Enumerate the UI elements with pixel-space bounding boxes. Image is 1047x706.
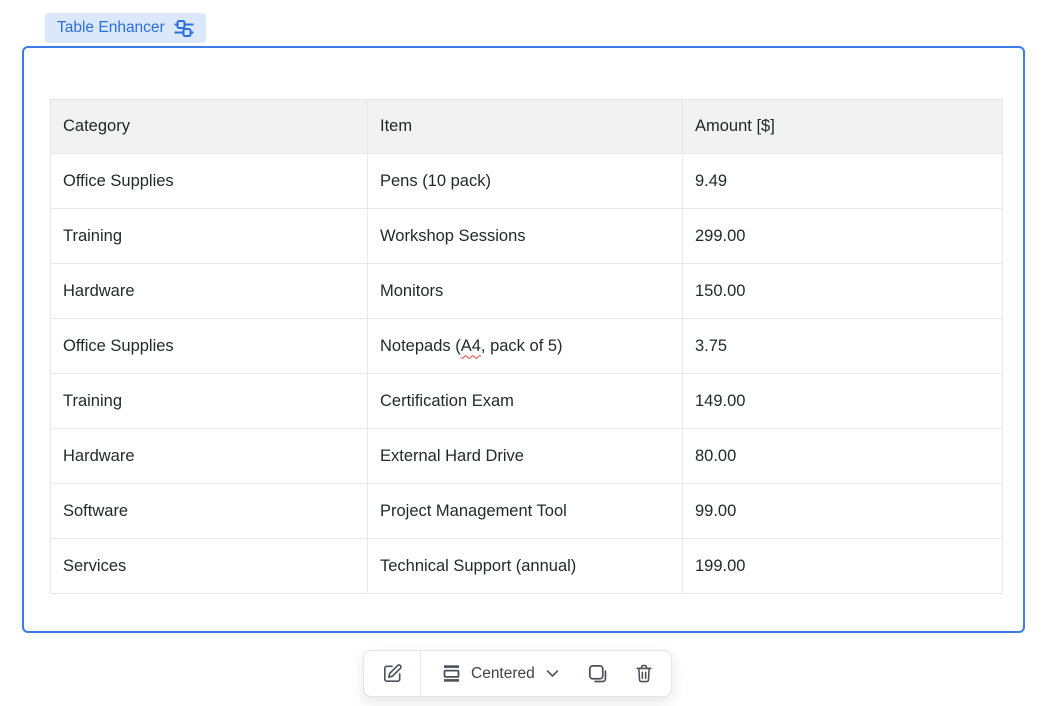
block-toolbar: Centered [363, 650, 672, 697]
table-row: Office Supplies Notepads (A4, pack of 5)… [51, 319, 1003, 374]
cell-category[interactable]: Services [51, 539, 368, 594]
cell-amount[interactable]: 149.00 [683, 374, 1003, 429]
badge-label: Table Enhancer [57, 19, 165, 37]
cell-item[interactable]: Monitors [368, 264, 683, 319]
cell-item[interactable]: Certification Exam [368, 374, 683, 429]
table-block-frame[interactable]: Category Item Amount [$] Office Supplies… [22, 46, 1025, 633]
cell-category[interactable]: Hardware [51, 429, 368, 484]
table-enhancer-badge[interactable]: Table Enhancer [45, 13, 206, 43]
cell-amount[interactable]: 9.49 [683, 154, 1003, 209]
table-row: Training Workshop Sessions 299.00 [51, 209, 1003, 264]
table-header-row: Category Item Amount [$] [51, 100, 1003, 154]
cell-amount[interactable]: 80.00 [683, 429, 1003, 484]
table-container: Category Item Amount [$] Office Supplies… [50, 99, 1003, 594]
cell-item[interactable]: Notepads (A4, pack of 5) [368, 319, 683, 374]
cell-item[interactable]: Workshop Sessions [368, 209, 683, 264]
cell-item[interactable]: Pens (10 pack) [368, 154, 683, 209]
table-row: Services Technical Support (annual) 199.… [51, 539, 1003, 594]
cell-category[interactable]: Software [51, 484, 368, 539]
table-row: Software Project Management Tool 99.00 [51, 484, 1003, 539]
edit-button[interactable] [364, 651, 420, 696]
duplicate-button[interactable] [575, 651, 621, 696]
cell-amount[interactable]: 99.00 [683, 484, 1003, 539]
chevron-down-icon [546, 669, 559, 678]
cell-amount[interactable]: 299.00 [683, 209, 1003, 264]
table-row: Hardware External Hard Drive 80.00 [51, 429, 1003, 484]
table-body: Office Supplies Pens (10 pack) 9.49 Trai… [51, 154, 1003, 594]
delete-button[interactable] [621, 651, 671, 696]
data-table: Category Item Amount [$] Office Supplies… [50, 99, 1003, 594]
column-header-item[interactable]: Item [368, 100, 683, 154]
edit-pencil-icon [381, 662, 404, 685]
cell-category[interactable]: Hardware [51, 264, 368, 319]
cell-category[interactable]: Office Supplies [51, 319, 368, 374]
cell-item[interactable]: Project Management Tool [368, 484, 683, 539]
cell-category[interactable]: Office Supplies [51, 154, 368, 209]
sliders-icon [174, 20, 194, 37]
cell-item[interactable]: External Hard Drive [368, 429, 683, 484]
misspelled-word: A4 [461, 337, 481, 355]
table-row: Hardware Monitors 150.00 [51, 264, 1003, 319]
centered-block-icon [441, 663, 462, 684]
page: { "colors": { "accent_blue": "#3b7ce9", … [0, 0, 1047, 706]
duplicate-icon [586, 662, 609, 685]
column-header-category[interactable]: Category [51, 100, 368, 154]
cell-item[interactable]: Technical Support (annual) [368, 539, 683, 594]
alignment-dropdown[interactable]: Centered [421, 651, 575, 696]
column-header-amount[interactable]: Amount [$] [683, 100, 1003, 154]
table-row: Training Certification Exam 149.00 [51, 374, 1003, 429]
trash-icon [633, 662, 655, 685]
alignment-label: Centered [471, 665, 535, 683]
cell-category[interactable]: Training [51, 209, 368, 264]
cell-amount[interactable]: 150.00 [683, 264, 1003, 319]
cell-amount[interactable]: 3.75 [683, 319, 1003, 374]
table-row: Office Supplies Pens (10 pack) 9.49 [51, 154, 1003, 209]
cell-category[interactable]: Training [51, 374, 368, 429]
cell-amount[interactable]: 199.00 [683, 539, 1003, 594]
